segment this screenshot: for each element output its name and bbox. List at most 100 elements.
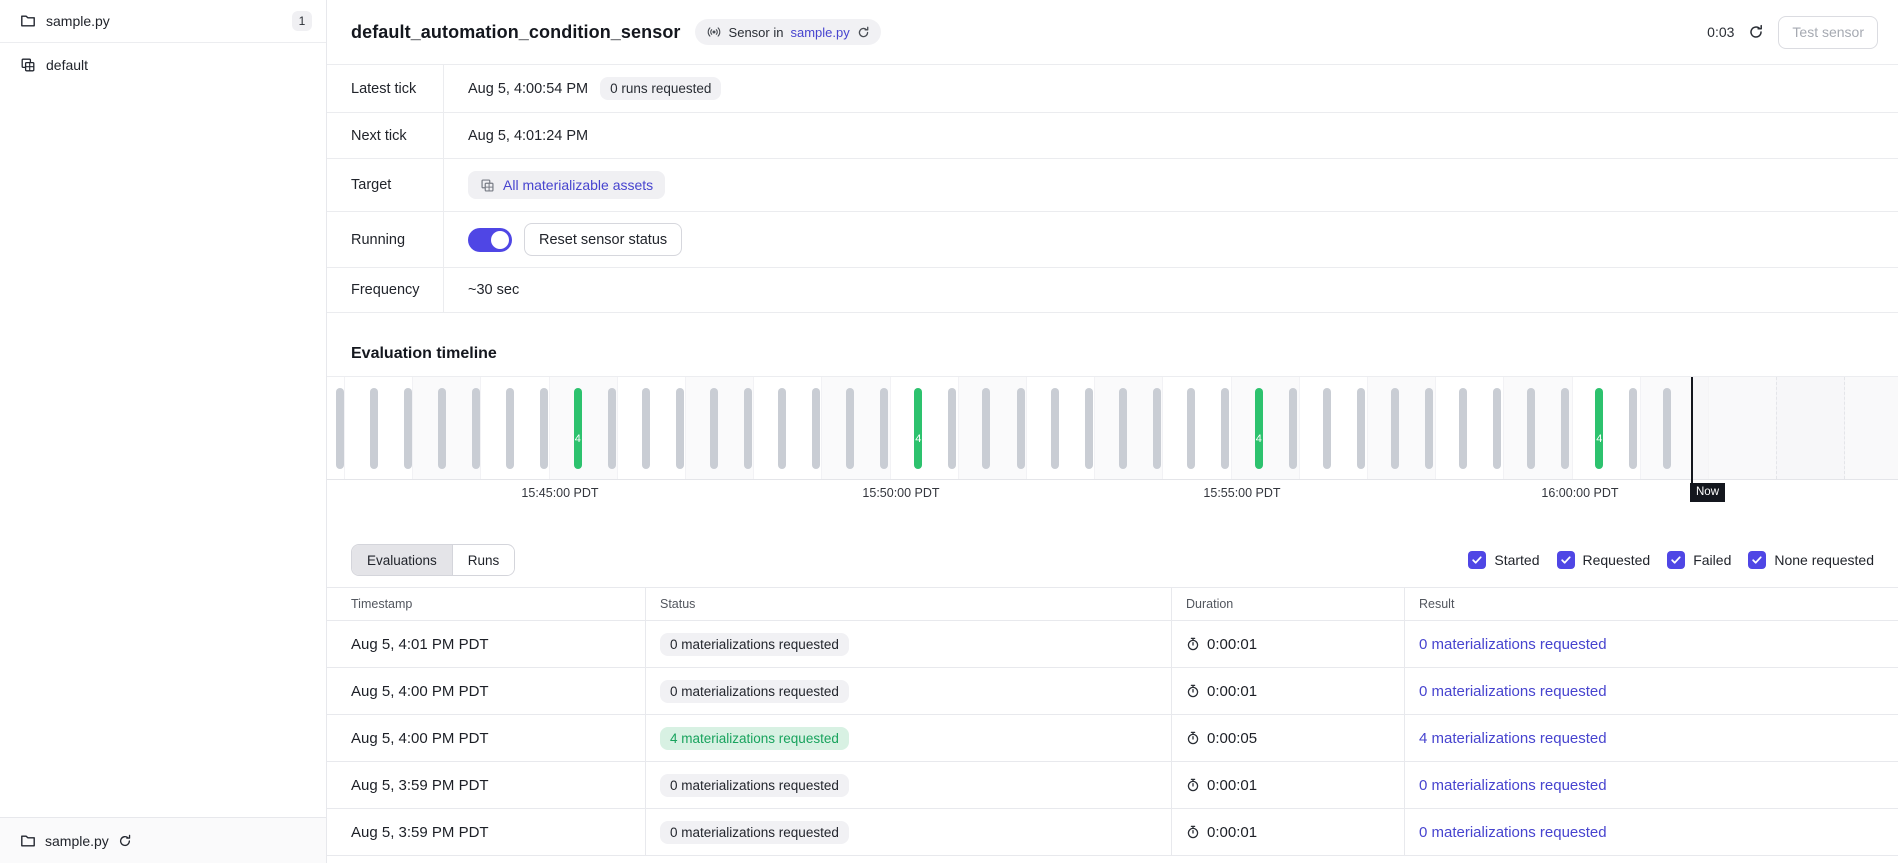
main-content: default_automation_condition_sensor Sens… xyxy=(327,0,1898,863)
timeline-tick-bar[interactable] xyxy=(1357,388,1365,469)
timeline-tick-bar[interactable] xyxy=(1425,388,1433,469)
status-cell: 0 materializations requested xyxy=(646,668,1172,714)
timeline-tick-bar[interactable] xyxy=(472,388,480,469)
filter-checkbox-requested[interactable]: Requested xyxy=(1557,551,1651,569)
code-location-link[interactable]: sample.py xyxy=(790,25,849,40)
result-cell: 0 materializations requested xyxy=(1405,809,1898,855)
result-cell: 4 materializations requested xyxy=(1405,715,1898,761)
timeline-tick-bar[interactable] xyxy=(370,388,378,469)
filter-checkbox-failed[interactable]: Failed xyxy=(1667,551,1731,569)
result-cell: 0 materializations requested xyxy=(1405,621,1898,667)
timeline-tick-bar-requested[interactable]: 4 xyxy=(914,388,922,469)
info-row-running: Running Reset sensor status xyxy=(327,212,1898,268)
timeline-tick-bar[interactable] xyxy=(744,388,752,469)
sensor-origin-badge: Sensor in sample.py xyxy=(695,19,881,45)
now-marker-line xyxy=(1691,377,1693,483)
timeline-tick-bar[interactable] xyxy=(1187,388,1195,469)
tab-runs[interactable]: Runs xyxy=(452,545,515,575)
running-toggle[interactable] xyxy=(468,228,512,252)
result-link[interactable]: 0 materializations requested xyxy=(1419,777,1607,794)
reset-sensor-status-button[interactable]: Reset sensor status xyxy=(524,223,682,256)
timeline-tick-bar[interactable] xyxy=(1629,388,1637,469)
timeline-tick-bar[interactable] xyxy=(710,388,718,469)
timeline-tick-bar[interactable] xyxy=(336,388,344,469)
timestamp-cell: Aug 5, 3:59 PM PDT xyxy=(327,762,646,808)
timeline-tick-bar[interactable] xyxy=(1391,388,1399,469)
checkbox-icon xyxy=(1468,551,1486,569)
sidebar-item-default[interactable]: default xyxy=(0,43,326,87)
timeline-tick-bar[interactable] xyxy=(982,388,990,469)
duration-cell: 0:00:01 xyxy=(1172,762,1405,808)
timeline-tick-bar[interactable] xyxy=(1017,388,1025,469)
test-sensor-button[interactable]: Test sensor xyxy=(1778,16,1878,49)
timeline-tick-bar-requested[interactable]: 4 xyxy=(574,388,582,469)
checkbox-icon xyxy=(1557,551,1575,569)
timeline-tick-bar[interactable] xyxy=(778,388,786,469)
timeline-tick-bar-requested[interactable]: 4 xyxy=(1255,388,1263,469)
info-row-latest-tick: Latest tick Aug 5, 4:00:54 PM 0 runs req… xyxy=(327,65,1898,113)
timeline-tick-bar[interactable] xyxy=(846,388,854,469)
timeline-tick-bar[interactable] xyxy=(1119,388,1127,469)
timeline-tick-bar[interactable] xyxy=(540,388,548,469)
folder-icon xyxy=(20,833,36,849)
timeline-tick-bar[interactable] xyxy=(1051,388,1059,469)
timeline-tick-bar[interactable] xyxy=(1289,388,1297,469)
timeline-stripe xyxy=(412,377,480,479)
timeline-tick-bar[interactable] xyxy=(1527,388,1535,469)
sidebar-item-sample-py[interactable]: sample.py 1 xyxy=(0,0,326,43)
timeline-stripe xyxy=(753,377,821,479)
reload-icon[interactable] xyxy=(857,26,870,39)
sidebar-footer: sample.py xyxy=(0,817,326,863)
duration-value: 0:00:01 xyxy=(1207,636,1257,653)
result-link[interactable]: 0 materializations requested xyxy=(1419,683,1607,700)
timeline-tick-bar[interactable] xyxy=(642,388,650,469)
column-header-status: Status xyxy=(646,588,1172,620)
timeline-future-region xyxy=(1691,377,1898,479)
timeline-tick-bar[interactable] xyxy=(948,388,956,469)
timeline-tick-bar[interactable] xyxy=(438,388,446,469)
timeline-tick-bar[interactable] xyxy=(404,388,412,469)
timeline-time-label: 15:55:00 PDT xyxy=(1203,486,1280,500)
tick-run-count-label: 4 xyxy=(1595,433,1603,445)
reload-location-icon[interactable] xyxy=(118,834,132,848)
timeline-tick-bar[interactable] xyxy=(1493,388,1501,469)
timestamp-cell: Aug 5, 4:00 PM PDT xyxy=(327,715,646,761)
timeline-tick-bar[interactable] xyxy=(1561,388,1569,469)
filter-label: Failed xyxy=(1693,552,1731,568)
tick-run-count-label: 4 xyxy=(1255,433,1263,445)
filter-label: Started xyxy=(1494,552,1539,568)
timeline-tick-bar[interactable] xyxy=(880,388,888,469)
evaluation-timeline-chart: 4444Now xyxy=(327,376,1898,480)
timeline-tick-bar-requested[interactable]: 4 xyxy=(1595,388,1603,469)
asset-group-icon xyxy=(480,178,495,193)
status-cell: 0 materializations requested xyxy=(646,809,1172,855)
status-pill-green: 4 materializations requested xyxy=(660,727,849,750)
filter-checkbox-none-requested[interactable]: None requested xyxy=(1748,551,1874,569)
evaluation-timeline-heading: Evaluation timeline xyxy=(351,345,497,363)
result-link[interactable]: 0 materializations requested xyxy=(1419,824,1607,841)
timeline-tick-bar[interactable] xyxy=(1663,388,1671,469)
timeline-tick-bar[interactable] xyxy=(506,388,514,469)
timeline-tick-bar[interactable] xyxy=(1221,388,1229,469)
latest-tick-value: Aug 5, 4:00:54 PM xyxy=(468,81,588,97)
timeline-tick-bar[interactable] xyxy=(608,388,616,469)
filter-checkbox-started[interactable]: Started xyxy=(1468,551,1539,569)
result-link[interactable]: 4 materializations requested xyxy=(1419,730,1607,747)
timeline-tick-bar[interactable] xyxy=(812,388,820,469)
timeline-tick-bar[interactable] xyxy=(1153,388,1161,469)
timeline-tick-bar[interactable] xyxy=(1459,388,1467,469)
tab-evaluations[interactable]: Evaluations xyxy=(352,545,452,575)
timeline-tick-bar[interactable] xyxy=(1323,388,1331,469)
table-row: Aug 5, 4:00 PM PDT 4 materializations req… xyxy=(327,715,1898,762)
target-assets-link[interactable]: All materializable assets xyxy=(468,171,665,199)
result-link[interactable]: 0 materializations requested xyxy=(1419,636,1607,653)
timeline-tick-bar[interactable] xyxy=(676,388,684,469)
status-filters: Started Requested Failed None requested xyxy=(1468,551,1874,569)
frequency-value: ~30 sec xyxy=(468,282,519,298)
result-cell: 0 materializations requested xyxy=(1405,668,1898,714)
timeline-future-gridline xyxy=(1844,377,1845,479)
timeline-stripe xyxy=(1026,377,1094,479)
refresh-icon-button[interactable] xyxy=(1748,24,1764,40)
timeline-tick-bar[interactable] xyxy=(1085,388,1093,469)
timeline-stripe xyxy=(958,377,1026,479)
